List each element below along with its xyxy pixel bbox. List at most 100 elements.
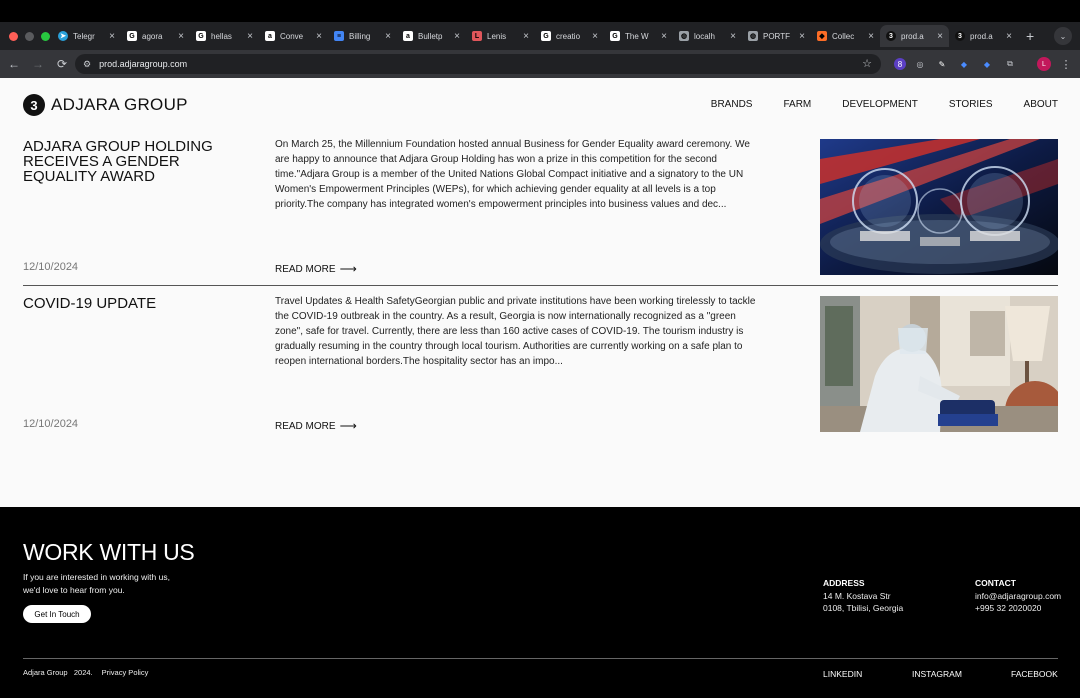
tab-search-button[interactable]: ⌄ xyxy=(1054,27,1072,45)
contact-label: CONTACT xyxy=(975,578,1016,588)
article-divider xyxy=(23,285,1058,286)
site-footer: WORK WITH US If you are interested in wo… xyxy=(0,507,1080,698)
close-tab-icon[interactable]: × xyxy=(385,31,391,42)
nav-stories[interactable]: STORIES xyxy=(949,99,993,110)
window-minimize-button[interactable] xyxy=(25,31,34,41)
amazon-icon: a xyxy=(403,31,413,41)
browser-tab[interactable]: ◍ localh × xyxy=(673,25,742,47)
browser-tab[interactable]: ◆ Collec × xyxy=(811,25,880,47)
article-card: ADJARA GROUP HOLDING RECEIVES A GENDER E… xyxy=(23,139,1058,279)
close-tab-icon[interactable]: × xyxy=(868,31,874,42)
address-label: ADDRESS xyxy=(823,578,865,588)
close-tab-icon[interactable]: × xyxy=(523,31,529,42)
article-image-award[interactable] xyxy=(820,139,1058,275)
get-in-touch-button[interactable]: Get In Touch xyxy=(23,605,91,623)
browser-tab[interactable]: ◍ PORTF × xyxy=(742,25,811,47)
address-bar[interactable]: ⚙ prod.adjaragroup.com ☆ xyxy=(75,54,881,74)
close-tab-icon[interactable]: × xyxy=(109,31,115,42)
tab-title: hellas xyxy=(211,31,232,41)
screen-top-bar xyxy=(0,0,1080,22)
footer-legal: Adjara Group 2024. Privacy Policy xyxy=(23,668,148,677)
site-info-icon[interactable]: ⚙ xyxy=(83,59,91,70)
extension-badge-icon[interactable]: 8 xyxy=(894,58,906,70)
close-tab-icon[interactable]: × xyxy=(661,31,667,42)
close-tab-icon[interactable]: × xyxy=(454,31,460,42)
close-tab-icon[interactable]: × xyxy=(247,31,253,42)
browser-menu-icon[interactable]: ⋮ xyxy=(1060,58,1072,71)
read-more-link[interactable]: READ MORE ⟶ xyxy=(275,262,357,276)
window-close-button[interactable] xyxy=(9,31,18,41)
new-tab-button[interactable]: + xyxy=(1026,28,1034,44)
browser-tab[interactable]: Ghellas × xyxy=(190,25,259,47)
browser-tab[interactable]: 3 prod.a × xyxy=(880,25,949,47)
tab-title: Telegr xyxy=(73,31,95,41)
read-more-link[interactable]: READ MORE ⟶ xyxy=(275,419,357,433)
extension-tag2-icon[interactable]: ◆ xyxy=(981,58,993,70)
window-controls xyxy=(0,31,52,41)
facebook-link[interactable]: FACEBOOK xyxy=(1011,669,1058,679)
nav-farm[interactable]: FARM xyxy=(783,99,811,110)
site-logo[interactable]: 3 ADJARA GROUP xyxy=(23,94,188,116)
article-title[interactable]: ADJARA GROUP HOLDING RECEIVES A GENDER E… xyxy=(23,139,243,184)
footer-text-line: we'd love to hear from you. xyxy=(23,584,125,595)
article-date: 12/10/2024 xyxy=(23,261,79,273)
tab-title: Bulletp xyxy=(418,31,443,41)
forward-button[interactable]: → xyxy=(26,57,50,71)
nav-brands[interactable]: BRANDS xyxy=(711,99,753,110)
lenis-icon: L xyxy=(472,31,482,41)
extension-compass-icon[interactable]: ◎ xyxy=(914,58,926,70)
tab-title: The W xyxy=(625,31,649,41)
close-tab-icon[interactable]: × xyxy=(316,31,322,42)
close-tab-icon[interactable]: × xyxy=(592,31,598,42)
extension-eyedropper-icon[interactable]: ✎ xyxy=(936,58,948,70)
adjara-icon: 3 xyxy=(955,31,965,41)
profile-avatar[interactable]: L xyxy=(1037,57,1051,71)
tab-title: Conve xyxy=(280,31,304,41)
browser-tab[interactable]: a Bulletp × xyxy=(397,25,466,47)
docs-icon: ≡ xyxy=(334,31,344,41)
close-tab-icon[interactable]: × xyxy=(1006,31,1012,42)
close-tab-icon[interactable]: × xyxy=(730,31,736,42)
read-more-label: READ MORE xyxy=(275,420,336,432)
bookmark-star-icon[interactable]: ☆ xyxy=(862,57,872,70)
footer-divider xyxy=(23,658,1058,659)
close-tab-icon[interactable]: × xyxy=(799,31,805,42)
article-title[interactable]: COVID-19 UPDATE xyxy=(23,296,243,311)
contact-email-link[interactable]: info@adjaragroup.com xyxy=(975,590,1061,603)
copyright-text: Adjara Group 2024. xyxy=(23,668,93,677)
linkedin-link[interactable]: LINKEDIN xyxy=(823,669,862,679)
adjara-logo-icon: 3 xyxy=(23,94,45,116)
footer-text-line: If you are interested in working with us… xyxy=(23,572,170,582)
site-logo-text: ADJARA GROUP xyxy=(51,95,188,114)
browser-tab[interactable]: G The W × xyxy=(604,25,673,47)
nav-development[interactable]: DEVELOPMENT xyxy=(842,99,918,110)
nav-about[interactable]: ABOUT xyxy=(1024,99,1058,110)
extension-tag-icon[interactable]: ◆ xyxy=(958,58,970,70)
browser-tab[interactable]: 3 prod.a × xyxy=(949,25,1018,47)
tab-list: ➤ Telegr × Gagora × Ghellas × a Conve × ≡ Billing × a… xyxy=(52,25,1018,47)
article-image-covid[interactable] xyxy=(820,296,1058,432)
google-icon: G xyxy=(196,31,206,41)
contact-phone-link[interactable]: +995 32 2020020 xyxy=(975,602,1061,615)
globe-icon: ◍ xyxy=(679,31,689,41)
article-excerpt: On March 25, the Millennium Foundation h… xyxy=(275,139,750,210)
privacy-policy-link[interactable]: Privacy Policy xyxy=(102,668,149,677)
browser-tab[interactable]: Gcreatio × xyxy=(535,25,604,47)
browser-tab[interactable]: a Conve × xyxy=(259,25,328,47)
tab-title: prod.a xyxy=(901,31,924,41)
google-icon: G xyxy=(127,31,137,41)
window-maximize-button[interactable] xyxy=(41,31,50,41)
extensions-puzzle-icon[interactable]: ⧉ xyxy=(1004,58,1016,70)
footer-address: ADDRESS 14 M. Kostava Str 0108, Tbilisi,… xyxy=(823,577,903,615)
article-excerpt: Travel Updates & Health SafetyGeorgian p… xyxy=(275,296,756,367)
close-tab-icon[interactable]: × xyxy=(937,31,943,42)
browser-tab[interactable]: Gagora × xyxy=(121,25,190,47)
browser-tab[interactable]: ➤ Telegr × xyxy=(52,25,121,47)
instagram-link[interactable]: INSTAGRAM xyxy=(912,669,962,679)
read-more-label: READ MORE xyxy=(275,263,336,275)
browser-tab[interactable]: L Lenis × xyxy=(466,25,535,47)
back-button[interactable]: ← xyxy=(2,57,26,71)
close-tab-icon[interactable]: × xyxy=(178,31,184,42)
browser-tab[interactable]: ≡ Billing × xyxy=(328,25,397,47)
reload-button[interactable]: ⟳ xyxy=(50,57,74,71)
